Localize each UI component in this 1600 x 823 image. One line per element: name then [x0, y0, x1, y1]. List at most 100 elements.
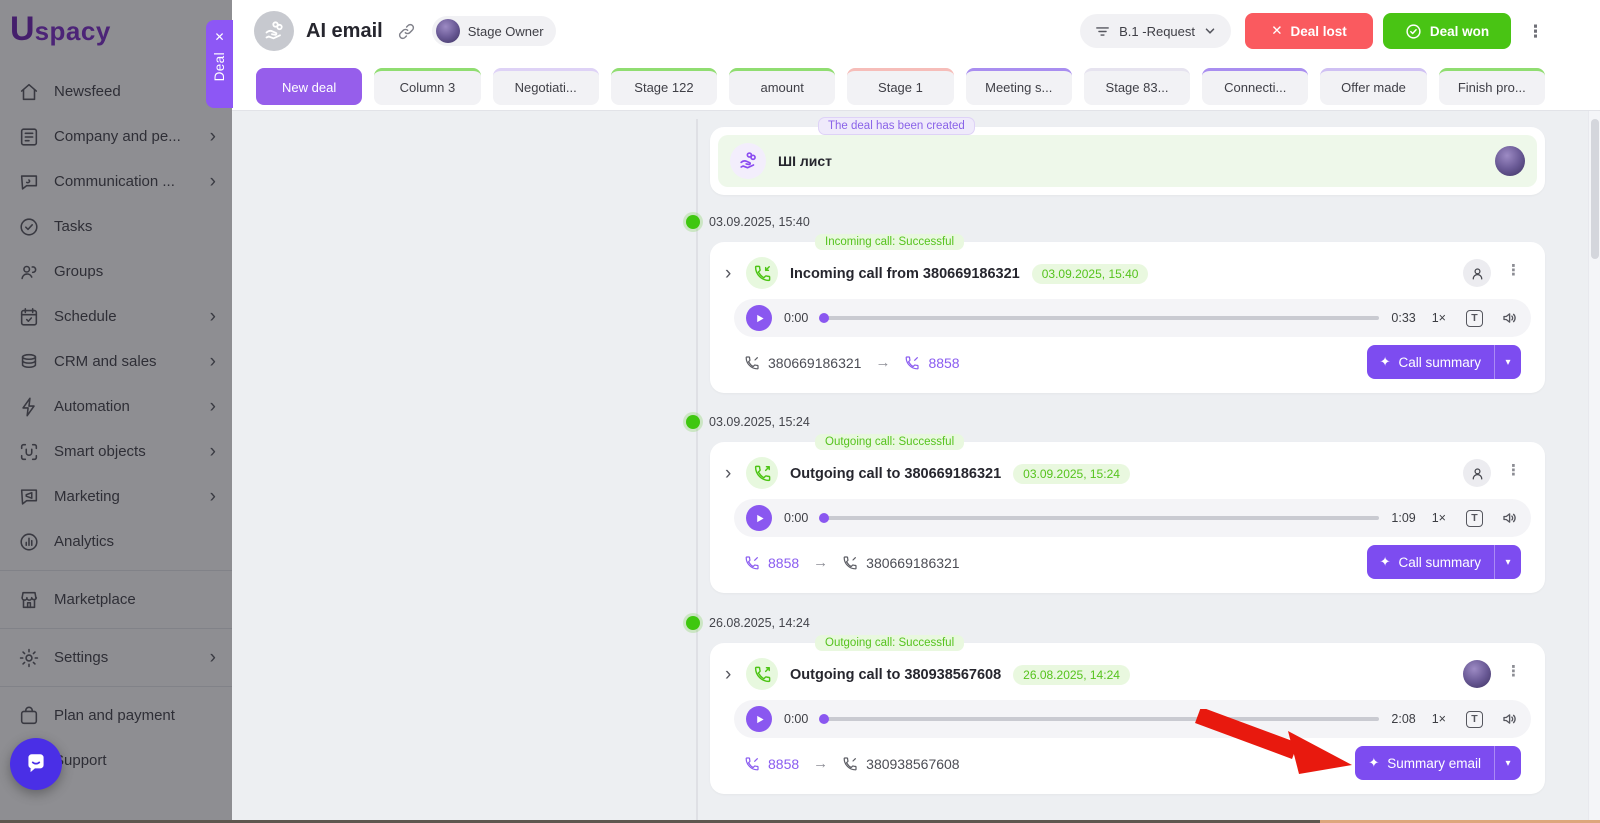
transcript-icon[interactable]: T [1466, 510, 1483, 527]
card-kebab-menu[interactable]: ⋮ [1506, 664, 1521, 679]
transcript-icon[interactable]: T [1466, 711, 1483, 728]
chat-bubble-icon [23, 751, 49, 777]
stage-filter-dropdown[interactable]: B.1 -Request [1080, 14, 1231, 48]
playback-speed[interactable]: 1× [1432, 311, 1446, 325]
card-kebab-menu[interactable]: ⋮ [1506, 263, 1521, 278]
close-icon[interactable]: ✕ [214, 30, 224, 44]
playback-position: 0:00 [784, 311, 808, 325]
volume-icon[interactable] [1501, 309, 1519, 327]
expand-chevron-icon[interactable]: › [725, 264, 731, 283]
support-chat-button[interactable] [10, 738, 62, 790]
timeline-timestamp: 03.09.2025, 15:24 [686, 415, 810, 429]
playback-speed[interactable]: 1× [1432, 511, 1446, 525]
ai-sparkle-icon: ✦ [1380, 554, 1391, 570]
stage-chip-finish[interactable]: Finish pro... [1439, 68, 1545, 105]
incoming-call-icon [746, 257, 778, 289]
deal-timeline: The deal has been created ШІ лист 03.09.… [232, 110, 1600, 823]
summary-dropdown-caret[interactable]: ▾ [1494, 345, 1521, 379]
call-route: 8858 → 380938567608 [744, 755, 960, 772]
call-route: 8858 → 380669186321 [744, 554, 960, 571]
timeline-dot [686, 215, 700, 229]
phone-icon [744, 756, 760, 772]
summary-dropdown-caret[interactable]: ▾ [1494, 545, 1521, 579]
outgoing-call-icon [746, 457, 778, 489]
deal-panel: AI email Stage Owner B.1 -Request ✕ Deal… [232, 0, 1600, 823]
from-number: 380669186321 [768, 355, 861, 371]
timeline-timestamp: 26.08.2025, 14:24 [686, 616, 810, 630]
expand-chevron-icon[interactable]: › [725, 665, 731, 684]
owner-avatar [436, 19, 460, 43]
to-number-link[interactable]: 8858 [928, 355, 959, 371]
summary-dropdown-caret[interactable]: ▾ [1494, 746, 1521, 780]
deal-lost-button[interactable]: ✕ Deal lost [1245, 13, 1373, 49]
call-summary-button[interactable]: ✦ Call summary ▾ [1367, 545, 1521, 579]
sidebar: Uspacy Newsfeed Company and pe... › Comm… [0, 0, 232, 823]
audio-player: 0:00 1:09 1× T [734, 499, 1531, 537]
deal-won-button[interactable]: Deal won [1383, 13, 1511, 49]
modal-dim-overlay[interactable] [0, 0, 232, 823]
stage-chip-new-deal[interactable]: New deal [256, 68, 362, 105]
volume-icon[interactable] [1501, 710, 1519, 728]
play-button[interactable] [746, 305, 772, 331]
stage-chip-column-3[interactable]: Column 3 [374, 68, 480, 105]
duration: 0:33 [1391, 311, 1415, 325]
ai-sparkle-icon: ✦ [1380, 354, 1391, 370]
call-date-chip: 03.09.2025, 15:40 [1032, 264, 1149, 284]
transcript-icon[interactable]: T [1466, 310, 1483, 327]
phone-icon [842, 555, 858, 571]
responsible-person-icon [1463, 259, 1491, 287]
to-number: 380938567608 [866, 756, 959, 772]
play-button[interactable] [746, 505, 772, 531]
seek-thumb[interactable] [819, 513, 829, 523]
call-date-chip: 26.08.2025, 14:24 [1013, 665, 1130, 685]
volume-icon[interactable] [1501, 509, 1519, 527]
vertical-scrollbar[interactable] [1588, 111, 1600, 820]
seek-bar[interactable] [820, 717, 1379, 721]
seek-thumb[interactable] [819, 714, 829, 724]
stage-chip-amount[interactable]: amount [729, 68, 835, 105]
deal-icon-badge [730, 143, 766, 179]
phone-icon [744, 355, 760, 371]
stage-chip-offer-made[interactable]: Offer made [1320, 68, 1426, 105]
stage-pipeline: New deal Column 3 Negotiati... Stage 122… [232, 62, 1600, 110]
responsible-avatar [1463, 660, 1491, 688]
stage-chip-stage-83[interactable]: Stage 83... [1084, 68, 1190, 105]
deal-type-avatar [254, 11, 294, 51]
call-route: 380669186321 → 8858 [744, 354, 960, 371]
call-summary-button[interactable]: ✦ Call summary ▾ [1367, 345, 1521, 379]
stage-chip-stage-122[interactable]: Stage 122 [611, 68, 717, 105]
duration: 2:08 [1391, 712, 1415, 726]
x-icon: ✕ [1271, 23, 1282, 39]
scrollbar-thumb[interactable] [1591, 119, 1599, 259]
check-circle-icon [1405, 23, 1422, 40]
playback-speed[interactable]: 1× [1432, 712, 1446, 726]
audio-player: 0:00 2:08 1× T [734, 700, 1531, 738]
seek-thumb[interactable] [819, 313, 829, 323]
header-kebab-menu[interactable]: ⋮ [1527, 23, 1544, 40]
stage-chip-negotiation[interactable]: Negotiati... [493, 68, 599, 105]
call-title: Outgoing call to 380938567608 [790, 667, 1001, 683]
seek-bar[interactable] [820, 516, 1379, 520]
deal-created-card[interactable]: ШІ лист [710, 127, 1545, 195]
card-kebab-menu[interactable]: ⋮ [1506, 463, 1521, 478]
audio-player: 0:00 0:33 1× T [734, 299, 1531, 337]
play-button[interactable] [746, 706, 772, 732]
from-number-link[interactable]: 8858 [768, 555, 799, 571]
expand-chevron-icon[interactable]: › [725, 464, 731, 483]
avatar [1495, 146, 1525, 176]
deal-panel-tab[interactable]: ✕ Deal [206, 20, 233, 108]
stage-chip-stage-1[interactable]: Stage 1 [847, 68, 953, 105]
timeline-dot [686, 616, 700, 630]
seek-bar[interactable] [820, 316, 1379, 320]
copy-link-icon[interactable] [397, 22, 416, 41]
arrow-right-icon: → [813, 554, 828, 571]
stage-owner-chip[interactable]: Stage Owner [432, 16, 556, 46]
ai-sparkle-icon: ✦ [1368, 755, 1379, 771]
from-number-link[interactable]: 8858 [768, 756, 799, 772]
timeline-timestamp: 03.09.2025, 15:40 [686, 215, 810, 229]
deal-created-chip: The deal has been created [818, 117, 975, 135]
summary-email-button[interactable]: ✦ Summary email ▾ [1355, 746, 1521, 780]
stage-chip-connection[interactable]: Connecti... [1202, 68, 1308, 105]
to-number: 380669186321 [866, 555, 959, 571]
stage-chip-meeting[interactable]: Meeting s... [966, 68, 1072, 105]
